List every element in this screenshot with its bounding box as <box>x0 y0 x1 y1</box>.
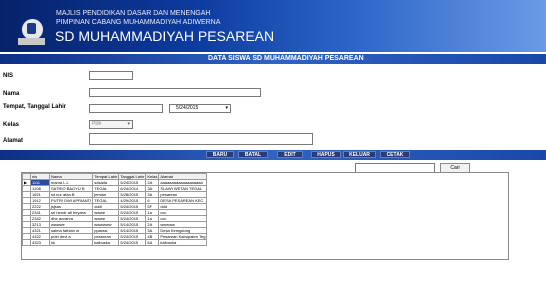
kelas-select[interactable]: Pilih ▾ <box>89 120 133 129</box>
logo-emblem <box>27 23 36 34</box>
table-cell[interactable]: DESA PESAREAN KEC <box>158 197 208 204</box>
table-cell[interactable]: kalbuska <box>158 239 208 246</box>
chevron-down-icon[interactable]: ▾ <box>225 105 228 112</box>
school-title: SD MUHAMMADIYAH PESAREAN <box>55 28 275 44</box>
table-row[interactable]: 4323 kk kalbuska 5/24/2015 6A kalbuska <box>22 239 208 246</box>
header-line-2: PIMPINAN CABANG MUHAMMADIYAH ADIWERNA <box>56 19 221 26</box>
table-cell[interactable]: Pesarean Kabupaten Teg <box>158 233 208 240</box>
table-cell[interactable]: 6A <box>145 239 160 246</box>
nis-input[interactable] <box>89 71 133 80</box>
nama-input[interactable] <box>89 88 261 97</box>
header-line-1: MAJLIS PENDIDIKAN DASAR DAN MENENGAH <box>56 10 211 17</box>
action-bar <box>0 150 546 160</box>
cetak-button[interactable]: CETAK <box>380 151 410 158</box>
kelas-label: Kelas <box>3 122 20 128</box>
hapus-button[interactable]: HAPUS <box>311 151 341 158</box>
table-cell[interactable]: 4323 <box>30 239 50 246</box>
alamat-label: Alamat <box>3 138 24 144</box>
ttl-label: Tempat, Tanggal Lahir <box>3 104 67 110</box>
tanggal-lahir-picker[interactable]: 5/24/2015 ▾ <box>169 104 231 113</box>
students-grid[interactable]: nis Nama Tempat Lahir Tanggal Lahir Kela… <box>21 172 509 260</box>
table-cell[interactable]: kk <box>48 239 94 246</box>
keluar-button[interactable]: KELUAR <box>343 151 376 158</box>
chevron-down-icon[interactable]: ▾ <box>127 121 130 128</box>
form-title: DATA SISWA SD MUHAMMADIYAH PESAREAN <box>208 55 364 62</box>
table-cell[interactable]: PUTRI DWI APRIANTI <box>48 197 94 204</box>
column-header[interactable]: Tempat Lahir <box>92 173 120 180</box>
kelas-value: Pilih <box>92 121 102 127</box>
logo-base <box>18 38 45 45</box>
students-table: nis Nama Tempat Lahir Tanggal Lahir Kela… <box>22 173 208 246</box>
tempat-lahir-input[interactable] <box>89 104 163 113</box>
table-cell[interactable]: kalbuska <box>92 239 120 246</box>
nama-label: Nama <box>3 91 20 97</box>
tanggal-lahir-value: 5/24/2015 <box>176 105 199 111</box>
batal-button[interactable]: BATAL <box>238 151 268 158</box>
table-cell[interactable]: 5/24/2015 <box>118 239 147 246</box>
nis-label: NIS <box>3 73 14 79</box>
column-header[interactable]: Kelas <box>145 173 160 180</box>
edit-button[interactable]: EDIT <box>277 151 303 158</box>
table-cell[interactable]: SLAWI WETAN TEGAL <box>158 185 208 192</box>
table-cell[interactable]: aaaaaaaaaaaaaaaaaaa <box>158 179 208 186</box>
baru-button[interactable]: BARU <box>206 151 234 158</box>
alamat-input[interactable] <box>89 133 313 145</box>
column-header[interactable]: Tanggal Lahir <box>118 173 147 180</box>
row-indicator <box>22 239 31 246</box>
